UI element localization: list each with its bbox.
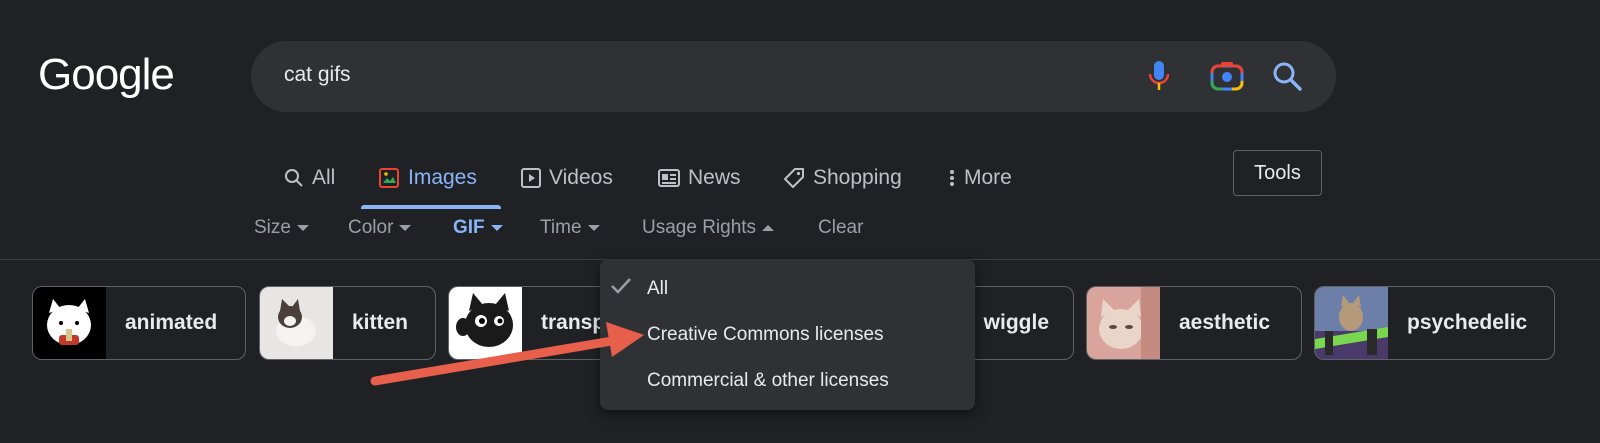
- related-chip-psychedelic[interactable]: psychedelic: [1314, 286, 1555, 360]
- tab-more[interactable]: More: [948, 156, 1012, 200]
- dropdown-item-commercial-licenses[interactable]: Commercial & other licenses: [647, 370, 889, 392]
- search-box[interactable]: cat gifs: [251, 41, 1336, 112]
- tab-label: Shopping: [813, 166, 902, 189]
- tab-all[interactable]: All: [284, 156, 335, 200]
- filter-label: Time: [540, 217, 582, 238]
- caret-down-icon: [587, 225, 600, 231]
- usage-rights-dropdown: All Creative Commons licenses Commercial…: [600, 259, 975, 410]
- caret-down-icon: [296, 225, 309, 231]
- dropdown-item-all[interactable]: All: [647, 278, 668, 300]
- search-input[interactable]: cat gifs: [284, 63, 351, 87]
- related-chip-kitten[interactable]: kitten: [259, 286, 436, 360]
- tools-button[interactable]: Tools: [1233, 150, 1322, 196]
- filter-label: Color: [348, 217, 394, 238]
- filter-color[interactable]: Color: [348, 217, 412, 239]
- search-icon[interactable]: [1270, 59, 1304, 93]
- filter-time[interactable]: Time: [540, 217, 600, 239]
- dropdown-item-creative-commons[interactable]: Creative Commons licenses: [647, 324, 884, 346]
- tab-label: Videos: [549, 166, 613, 189]
- tab-label: Images: [408, 166, 477, 189]
- image-icon: [379, 168, 399, 188]
- caret-down-icon: [399, 225, 412, 231]
- filter-label: Clear: [818, 217, 864, 238]
- filter-bar: Size Color GIF Time Usage Rights Clear: [0, 217, 1600, 245]
- checkmark-icon: [611, 278, 631, 294]
- chip-thumbnail: [449, 287, 522, 359]
- tab-news[interactable]: News: [658, 156, 741, 200]
- camera-lens-icon[interactable]: [1210, 59, 1244, 93]
- chip-label: psychedelic: [1407, 311, 1528, 334]
- google-logo[interactable]: Google: [38, 50, 175, 100]
- chip-label: transp: [541, 311, 606, 334]
- tab-videos[interactable]: Videos: [521, 156, 613, 200]
- related-chip-aesthetic[interactable]: aesthetic: [1086, 286, 1302, 360]
- chip-thumbnail: [260, 287, 333, 359]
- filter-label: Size: [254, 217, 291, 238]
- newspaper-icon: [658, 169, 680, 187]
- search-tabs: All Images Videos News Shopping More: [0, 150, 1600, 206]
- tag-icon: [784, 168, 804, 188]
- filter-size[interactable]: Size: [254, 217, 309, 239]
- chip-label: animated: [125, 311, 218, 334]
- active-tab-indicator: [361, 205, 501, 209]
- play-icon: [521, 168, 541, 188]
- microphone-icon[interactable]: [1142, 59, 1176, 93]
- tab-shopping[interactable]: Shopping: [783, 156, 902, 200]
- search-icon: [285, 169, 303, 187]
- chip-label: kitten: [352, 311, 409, 334]
- more-vertical-icon: [950, 170, 954, 186]
- filter-label: Usage Rights: [642, 217, 757, 238]
- chip-thumbnail: [33, 287, 106, 359]
- chip-label: aesthetic: [1179, 311, 1271, 334]
- chip-thumbnail: [1087, 287, 1160, 359]
- related-chip-animated[interactable]: animated: [32, 286, 246, 360]
- filter-usage-rights[interactable]: Usage Rights: [642, 217, 775, 239]
- tab-label: News: [688, 166, 741, 189]
- tab-label: All: [312, 166, 336, 189]
- chip-thumbnail: [1315, 287, 1388, 359]
- filter-gif[interactable]: GIF: [453, 217, 503, 239]
- chip-label: wiggle: [983, 311, 1049, 334]
- caret-down-icon: [490, 225, 503, 231]
- tab-images[interactable]: Images: [378, 156, 477, 200]
- filter-clear[interactable]: Clear: [818, 217, 863, 239]
- caret-up-icon: [762, 225, 775, 231]
- tab-label: More: [964, 166, 1012, 189]
- filter-label: GIF: [453, 217, 485, 238]
